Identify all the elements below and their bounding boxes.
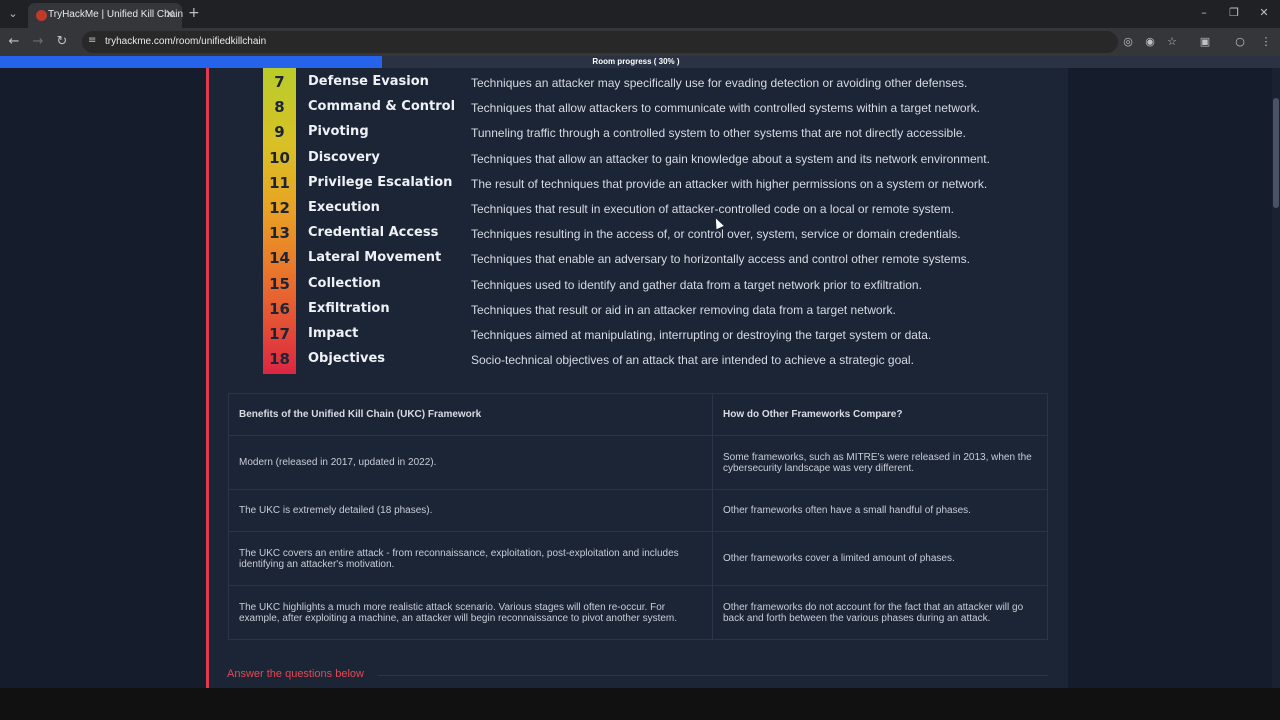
forward-arrow-icon[interactable]: → xyxy=(30,34,46,49)
phase-name: Collection xyxy=(308,275,381,291)
table-header-other-frameworks: How do Other Frameworks Compare? xyxy=(712,393,1048,436)
phase-number: 18 xyxy=(269,350,290,369)
profile-avatar-icon[interactable]: ○ xyxy=(1232,35,1248,48)
room-page: 7 Defense Evasion Techniques an attacker m… xyxy=(0,68,1280,688)
browser-tab-bar: ⌄ TryHackMe | Unified Kill Chain ✕ + – ❐… xyxy=(0,0,1280,28)
phase-name: Credential Access xyxy=(308,225,439,241)
phase-description: Socio-technical objectives of an attack … xyxy=(471,353,914,368)
table-cell: The UKC covers an entire attack - from r… xyxy=(228,531,713,586)
phase-name: Privilege Escalation xyxy=(308,174,453,190)
table-cell: Other frameworks cover a limited amount … xyxy=(712,531,1048,586)
phase-number: 15 xyxy=(269,274,290,293)
phase-number: 16 xyxy=(269,299,290,318)
phase-row: 18 Objectives Socio-technical objectives o… xyxy=(206,347,1068,372)
table-row: Modern (released in 2017, updated in 202… xyxy=(228,435,1048,490)
table-row: The UKC covers an entire attack - from r… xyxy=(228,531,1048,586)
framework-comparison-table: Benefits of the Unified Kill Chain (UKC)… xyxy=(228,393,1048,640)
phase-description: Techniques that result or aid in an atta… xyxy=(471,302,896,317)
table-header-ukc-benefits: Benefits of the Unified Kill Chain (UKC)… xyxy=(228,393,713,436)
phase-description: Techniques that allow attackers to commu… xyxy=(471,101,980,116)
table-cell: The UKC is extremely detailed (18 phases… xyxy=(228,489,713,532)
tab-list-chevron-down-icon[interactable]: ⌄ xyxy=(4,5,22,23)
phase-row: 12 Execution Techniques that result in exe… xyxy=(206,196,1068,221)
close-window-icon[interactable]: ✕ xyxy=(1254,6,1274,19)
phase-number: 12 xyxy=(269,199,290,217)
table-row: The UKC highlights a much more realistic… xyxy=(228,585,1048,640)
table-header-row: Benefits of the Unified Kill Chain (UKC)… xyxy=(228,393,1048,436)
phase-number: 14 xyxy=(269,249,290,268)
page-scrollbar[interactable] xyxy=(1272,68,1280,688)
eye-off-icon[interactable]: ◎ xyxy=(1120,35,1136,48)
phase-row: 14 Lateral Movement Techniques that enable… xyxy=(206,246,1068,271)
table-cell: Other frameworks do not account for the … xyxy=(712,585,1048,640)
phase-name: Defense Evasion xyxy=(308,74,429,89)
phase-description: The result of techniques that provide an… xyxy=(471,176,988,191)
phase-name: Objectives xyxy=(308,351,386,367)
room-progress-bar: Room progress ( 30% ) xyxy=(0,56,1280,68)
address-bar[interactable]: ≡ tryhackme.com/room/unifiedkillchain xyxy=(82,31,1118,53)
phase-row: 10 Discovery Techniques that allow an atta… xyxy=(206,146,1068,171)
table-row: The UKC is extremely detailed (18 phases… xyxy=(228,489,1048,532)
table-cell: Other frameworks often have a small hand… xyxy=(712,489,1048,532)
back-arrow-icon[interactable]: ← xyxy=(6,34,22,49)
menu-kebab-icon[interactable]: ⋮ xyxy=(1258,35,1274,48)
tracking-protection-icon[interactable]: ◉ xyxy=(1142,35,1158,48)
phase-description: Techniques that allow an attacker to gai… xyxy=(471,151,990,166)
phase-number: 17 xyxy=(269,325,290,343)
phase-row: 16 Exfiltration Techniques that result or … xyxy=(206,297,1068,322)
phase-description: Techniques that result in execution of a… xyxy=(471,202,954,216)
table-cell: Some frameworks, such as MITRE's were re… xyxy=(712,435,1048,490)
browser-tab-active[interactable]: TryHackMe | Unified Kill Chain ✕ xyxy=(28,3,184,28)
new-tab-plus-icon[interactable]: + xyxy=(188,5,200,21)
phase-description: Techniques that enable an adversary to h… xyxy=(471,252,970,267)
phase-name: Discovery xyxy=(308,149,380,165)
phase-description: Techniques aimed at manipulating, interr… xyxy=(471,328,932,342)
phase-description: Techniques an attacker may specifically … xyxy=(471,76,968,90)
restore-window-icon[interactable]: ❐ xyxy=(1224,6,1244,19)
reload-icon[interactable]: ↻ xyxy=(54,34,70,49)
phase-row: 17 Impact Techniques aimed at manipulating… xyxy=(206,322,1068,347)
phase-row: 7 Defense Evasion Techniques an attacker m… xyxy=(206,70,1068,95)
phase-row: 8 Command & Control Techniques that allow … xyxy=(206,95,1068,120)
url-text: tryhackme.com/room/unifiedkillchain xyxy=(105,36,267,47)
phase-number: 9 xyxy=(274,123,285,142)
tab-title: TryHackMe | Unified Kill Chain xyxy=(48,9,184,20)
browser-toolbar: ← → ↻ ≡ tryhackme.com/room/unifiedkillch… xyxy=(0,28,1280,56)
phase-number: 8 xyxy=(274,98,285,117)
minimize-window-icon[interactable]: – xyxy=(1194,6,1214,19)
bookmark-star-icon[interactable]: ☆ xyxy=(1164,35,1180,48)
phase-name: Execution xyxy=(308,200,380,215)
extensions-puzzle-icon[interactable]: ▣ xyxy=(1197,35,1213,48)
task-content-card: 7 Defense Evasion Techniques an attacker m… xyxy=(206,68,1068,688)
phase-number: 13 xyxy=(269,224,290,243)
table-cell: The UKC highlights a much more realistic… xyxy=(228,585,713,640)
phase-name: Command & Control xyxy=(308,99,456,115)
close-tab-icon[interactable]: ✕ xyxy=(165,7,175,21)
room-progress-label: Room progress ( 30% ) xyxy=(592,57,680,66)
phase-number: 10 xyxy=(269,148,290,167)
scrollbar-thumb[interactable] xyxy=(1273,98,1279,208)
phase-number: 11 xyxy=(269,173,290,192)
phase-row: 13 Credential Access Techniques resulting … xyxy=(206,221,1068,246)
phase-description: Tunneling traffic through a controlled s… xyxy=(471,126,966,141)
phase-number: 7 xyxy=(274,73,285,91)
phase-row: 9 Pivoting Tunneling traffic through a con… xyxy=(206,120,1068,145)
phase-description: Techniques used to identify and gather d… xyxy=(471,277,922,292)
tryhackme-favicon-icon xyxy=(36,10,47,21)
phase-row: 11 Privilege Escalation The result of tech… xyxy=(206,171,1068,196)
phase-row: 15 Collection Techniques used to identify … xyxy=(206,272,1068,297)
site-info-icon[interactable]: ≡ xyxy=(88,35,96,46)
phase-name: Impact xyxy=(308,326,359,341)
table-cell: Modern (released in 2017, updated in 202… xyxy=(228,435,713,490)
phase-name: Lateral Movement xyxy=(308,250,442,266)
phase-name: Pivoting xyxy=(308,124,369,140)
phase-name: Exfiltration xyxy=(308,300,390,316)
answer-questions-heading: Answer the questions below xyxy=(227,668,364,680)
os-taskbar xyxy=(0,688,1280,720)
divider xyxy=(378,675,1048,676)
